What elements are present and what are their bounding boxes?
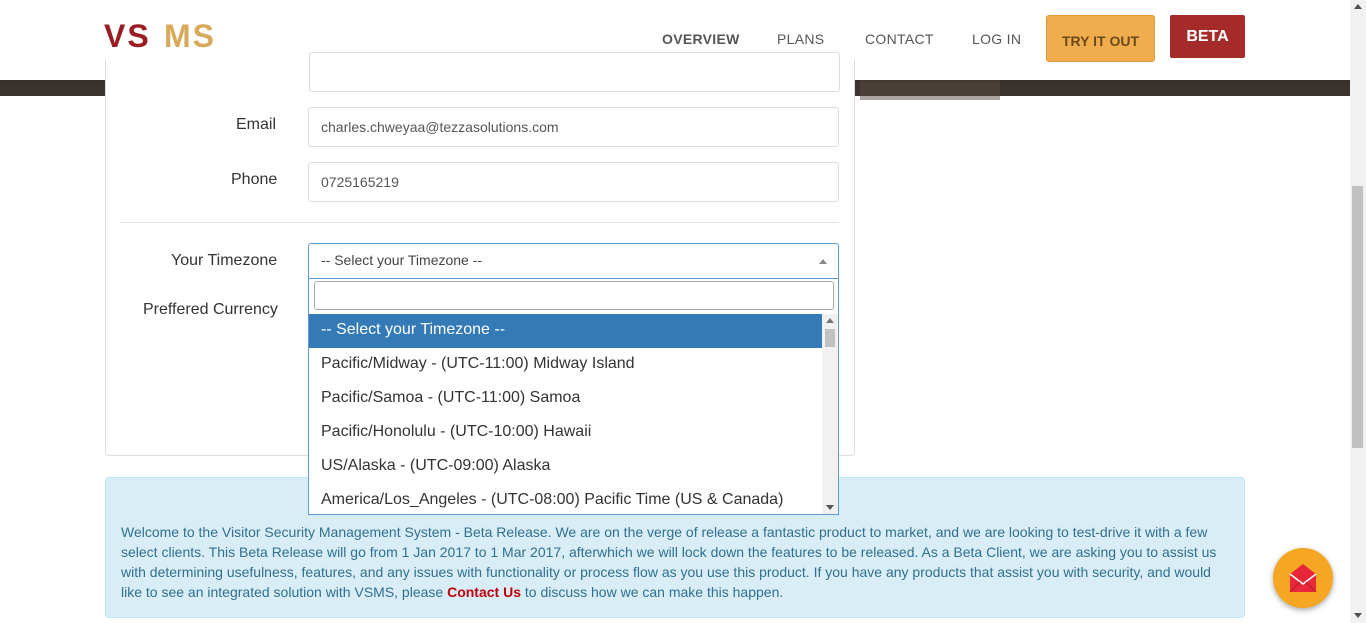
envelope-icon	[1289, 564, 1317, 593]
timezone-label: Your Timezone	[171, 252, 278, 269]
scroll-down-arrow-icon[interactable]	[1354, 613, 1362, 618]
dropdown-scroll-thumb[interactable]	[825, 329, 835, 347]
svg-text:VS: VS	[104, 20, 151, 52]
nav-contact[interactable]: CONTACT	[865, 31, 934, 47]
caret-up-icon	[819, 259, 827, 264]
nav-overview[interactable]: OVERVIEW	[662, 31, 740, 47]
phone-label: Phone	[231, 171, 278, 188]
nav-login[interactable]: LOG IN	[972, 31, 1021, 47]
message-fab-button[interactable]	[1273, 548, 1333, 608]
timezone-options-list: -- Select your Timezone -- Pacific/Midwa…	[309, 314, 822, 518]
page-scroll-thumb[interactable]	[1352, 186, 1363, 448]
beta-notice-text-end: to discuss how we can make this happen.	[520, 584, 784, 600]
page-scrollbar[interactable]	[1350, 0, 1366, 623]
currency-label: Preffered Currency	[143, 301, 278, 318]
nav-plans[interactable]: PLANS	[777, 31, 824, 47]
timezone-select[interactable]: -- Select your Timezone --	[308, 243, 839, 279]
email-field[interactable]: charles.chweyaa@tezzasolutions.com	[308, 107, 839, 147]
timezone-option[interactable]: US/Alaska - (UTC-09:00) Alaska	[309, 450, 822, 484]
timezone-option[interactable]: America/Los_Angeles - (UTC-08:00) Pacifi…	[309, 484, 822, 518]
timezone-option[interactable]: Pacific/Samoa - (UTC-11:00) Samoa	[309, 382, 822, 416]
vsms-logo[interactable]: VS MS	[104, 20, 256, 52]
beta-button[interactable]: BETA	[1170, 15, 1245, 58]
svg-text:MS: MS	[164, 20, 216, 52]
name-field-partial[interactable]	[309, 52, 840, 92]
scroll-down-arrow-icon[interactable]	[826, 505, 834, 510]
dropdown-scrollbar[interactable]	[822, 314, 838, 514]
contact-us-link[interactable]: Contact Us	[447, 584, 521, 600]
timezone-option[interactable]: Pacific/Midway - (UTC-11:00) Midway Isla…	[309, 348, 822, 382]
scroll-up-arrow-icon[interactable]	[1354, 4, 1362, 9]
email-label: Email	[236, 116, 277, 133]
try-it-out-button[interactable]: TRY IT OUT	[1046, 15, 1155, 62]
timezone-selected-value: -- Select your Timezone --	[321, 252, 483, 268]
timezone-option[interactable]: Pacific/Honolulu - (UTC-10:00) Hawaii	[309, 416, 822, 450]
timezone-option[interactable]: -- Select your Timezone --	[309, 314, 822, 348]
phone-field[interactable]: 0725165219	[308, 162, 839, 202]
timezone-search-input[interactable]	[314, 281, 834, 310]
scroll-up-arrow-icon[interactable]	[826, 318, 834, 323]
form-divider	[120, 222, 839, 223]
timezone-dropdown: -- Select your Timezone -- Pacific/Midwa…	[308, 279, 839, 515]
